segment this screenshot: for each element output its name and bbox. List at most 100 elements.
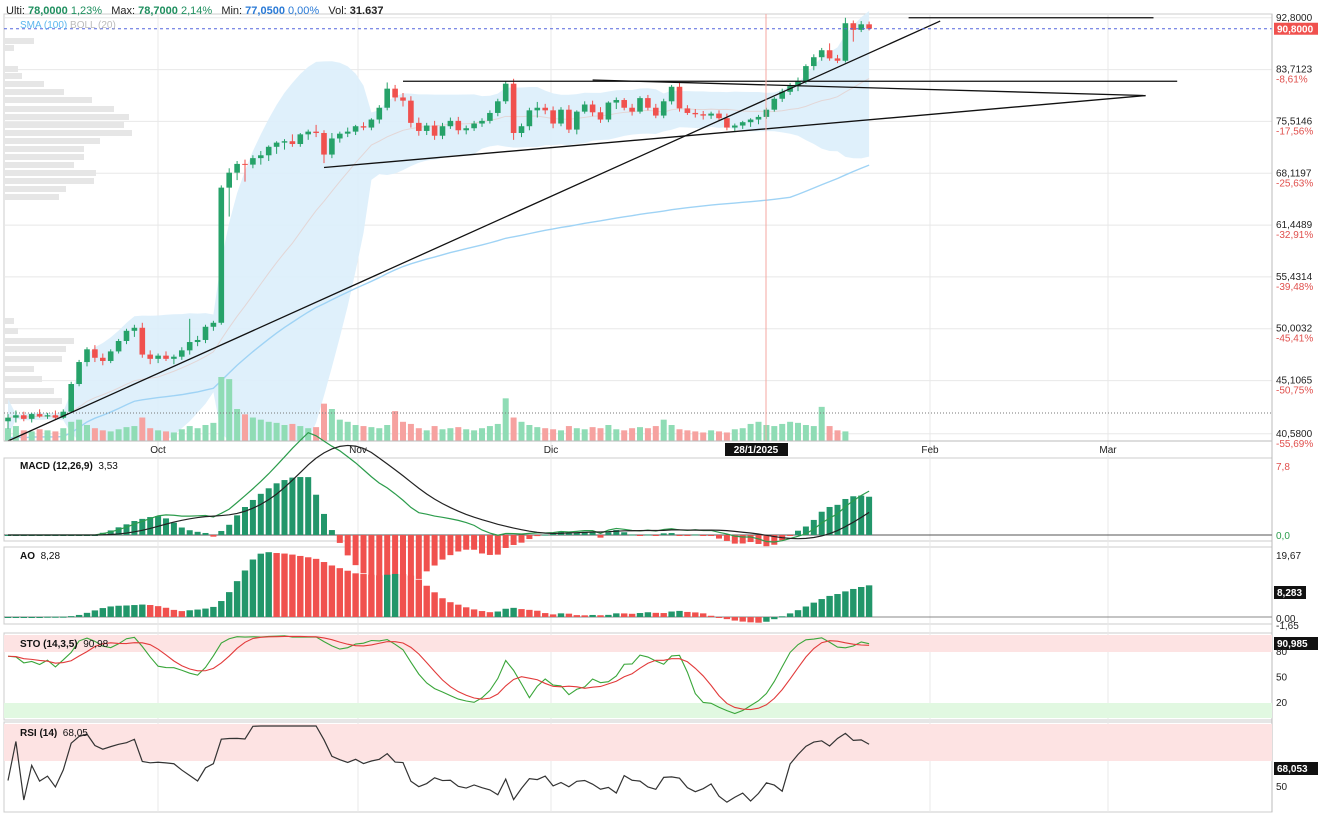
rsi-label[interactable]: RSI (14) 68,05 xyxy=(20,728,88,739)
candle-body[interactable] xyxy=(179,350,185,357)
candle-body[interactable] xyxy=(289,141,296,145)
candle-body[interactable] xyxy=(131,327,138,331)
candle-body[interactable] xyxy=(668,86,675,102)
candle-body[interactable] xyxy=(84,349,90,363)
candle-body[interactable] xyxy=(550,110,556,124)
candle-body[interactable] xyxy=(416,122,422,131)
candle-body[interactable] xyxy=(352,126,359,132)
candle-body[interactable] xyxy=(281,141,288,143)
candle-body[interactable] xyxy=(250,158,256,165)
candle-body[interactable] xyxy=(360,126,367,128)
candle-body[interactable] xyxy=(337,133,343,139)
candle-body[interactable] xyxy=(226,172,232,188)
candle-body[interactable] xyxy=(755,116,762,120)
candle-body[interactable] xyxy=(518,126,525,133)
sto-label[interactable]: STO (14,3,5) 90,98 xyxy=(20,639,108,650)
candle-body[interactable] xyxy=(597,112,604,120)
candle-body[interactable] xyxy=(376,107,383,120)
candle-body[interactable] xyxy=(716,113,722,119)
candle-body[interactable] xyxy=(455,120,462,131)
candle-body[interactable] xyxy=(52,415,59,418)
candle-body[interactable] xyxy=(147,354,153,359)
candle-body[interactable] xyxy=(589,104,596,113)
ao-label[interactable]: AO 8,28 xyxy=(20,551,60,562)
candle-body[interactable] xyxy=(479,120,485,124)
candle-body[interactable] xyxy=(558,109,564,124)
candle-body[interactable] xyxy=(5,417,11,422)
candle-body[interactable] xyxy=(171,356,177,359)
candle-body[interactable] xyxy=(107,351,114,361)
candle-body[interactable] xyxy=(76,362,82,385)
candle-body[interactable] xyxy=(534,107,541,111)
candle-body[interactable] xyxy=(771,98,778,110)
candle-body[interactable] xyxy=(471,123,477,129)
candle-body[interactable] xyxy=(384,88,390,108)
candle-body[interactable] xyxy=(234,163,240,173)
candle-body[interactable] xyxy=(542,107,548,111)
candle-body[interactable] xyxy=(574,111,580,130)
candle-body[interactable] xyxy=(510,83,517,133)
candle-body[interactable] xyxy=(708,113,714,116)
candle-body[interactable] xyxy=(495,101,501,113)
candle-body[interactable] xyxy=(447,120,454,127)
candle-body[interactable] xyxy=(329,138,335,155)
sma-legend[interactable]: SMA (100) xyxy=(20,20,67,31)
candle-body[interactable] xyxy=(866,24,872,29)
candle-body[interactable] xyxy=(613,100,620,103)
candle-body[interactable] xyxy=(645,98,651,108)
candle-body[interactable] xyxy=(676,86,683,109)
candle-body[interactable] xyxy=(739,122,746,126)
candle-body[interactable] xyxy=(186,342,193,351)
macd-label[interactable]: MACD (12,26,9) 3,53 xyxy=(20,461,118,472)
candle-body[interactable] xyxy=(724,118,730,128)
candle-body[interactable] xyxy=(826,50,833,59)
boll-legend[interactable]: BOLL (20) xyxy=(70,20,116,31)
candle-body[interactable] xyxy=(629,107,635,112)
candle-body[interactable] xyxy=(747,119,754,123)
candle-body[interactable] xyxy=(194,339,201,343)
candle-body[interactable] xyxy=(163,355,169,359)
candle-body[interactable] xyxy=(392,88,398,98)
candle-body[interactable] xyxy=(265,146,272,156)
candle-body[interactable] xyxy=(321,132,327,155)
candle-body[interactable] xyxy=(487,112,493,121)
candle-body[interactable] xyxy=(431,125,438,136)
candle-body[interactable] xyxy=(653,107,659,116)
candle-body[interactable] xyxy=(684,108,691,113)
candle-body[interactable] xyxy=(605,102,612,120)
candle-body[interactable] xyxy=(692,112,699,115)
candle-body[interactable] xyxy=(803,66,809,82)
candle-body[interactable] xyxy=(297,134,304,145)
candle-body[interactable] xyxy=(700,114,706,116)
candle-body[interactable] xyxy=(400,97,406,101)
candle-body[interactable] xyxy=(123,330,130,341)
chart-canvas[interactable]: 92,80001,10%83,7123-8,61%75,5146-17,56%6… xyxy=(0,0,1323,817)
candle-body[interactable] xyxy=(139,327,146,355)
candle-body[interactable] xyxy=(100,357,106,361)
candle-body[interactable] xyxy=(439,126,446,136)
candle-body[interactable] xyxy=(92,349,98,358)
candle-body[interactable] xyxy=(526,110,533,127)
candle-body[interactable] xyxy=(732,125,738,128)
candle-body[interactable] xyxy=(834,58,841,61)
candle-body[interactable] xyxy=(258,155,264,159)
candle-body[interactable] xyxy=(423,125,430,131)
candle-body[interactable] xyxy=(21,415,27,419)
candle-body[interactable] xyxy=(68,384,74,412)
candle-body[interactable] xyxy=(13,415,19,418)
candle-body[interactable] xyxy=(210,322,217,327)
candle-body[interactable] xyxy=(811,57,817,67)
candle-body[interactable] xyxy=(44,415,51,417)
candle-body[interactable] xyxy=(621,100,627,108)
candle-body[interactable] xyxy=(408,100,414,123)
candle-body[interactable] xyxy=(218,187,225,323)
candle-body[interactable] xyxy=(242,163,248,165)
candle-body[interactable] xyxy=(313,131,319,133)
candle-body[interactable] xyxy=(637,98,643,112)
candle-body[interactable] xyxy=(36,414,43,417)
candle-body[interactable] xyxy=(463,128,469,131)
candle-body[interactable] xyxy=(115,340,122,352)
candle-body[interactable] xyxy=(28,414,35,419)
candle-body[interactable] xyxy=(202,326,209,340)
macd-pane[interactable] xyxy=(3,457,1273,542)
